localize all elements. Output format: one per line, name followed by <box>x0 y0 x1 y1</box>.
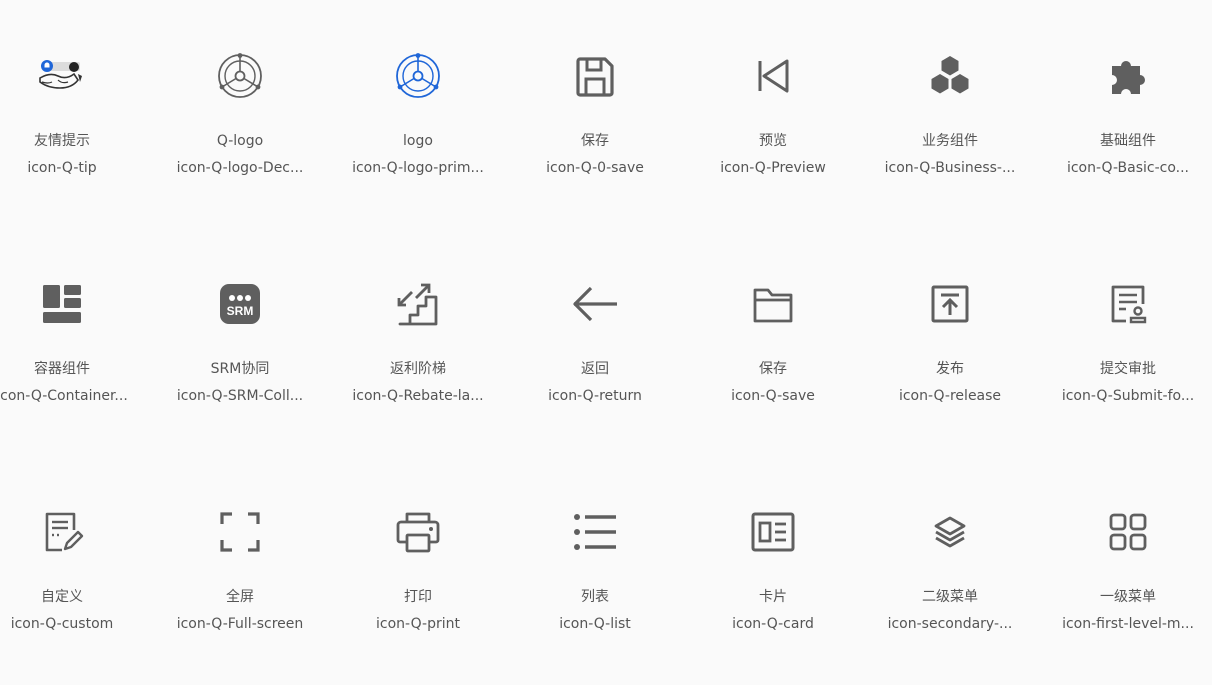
icon-code: icon-Q-list <box>559 616 631 632</box>
icon-label: logo <box>403 133 433 149</box>
icon-label: 基础组件 <box>1100 133 1156 149</box>
icon-label: 一级菜单 <box>1100 589 1156 605</box>
icon-label: 友情提示 <box>34 133 90 149</box>
icon-code: icon-Q-0-save <box>546 160 644 176</box>
icon-code: icon-Q-card <box>732 616 814 632</box>
icon-card[interactable]: 返利阶梯 icon-Q-Rebate-la... <box>338 228 498 428</box>
icon-card[interactable]: SRM SRM协同 icon-Q-SRM-Coll... <box>160 228 320 428</box>
icon-label: Q-logo <box>216 133 264 149</box>
submit-approval-icon <box>1104 280 1152 328</box>
folder-icon <box>749 280 797 328</box>
icon-code: icon-Q-print <box>376 616 460 632</box>
icon-code: icon-Q-custom <box>10 616 114 632</box>
container-layout-icon <box>38 280 86 328</box>
rebate-ladder-icon <box>394 280 442 328</box>
icon-label: 预览 <box>759 133 787 149</box>
icon-grid: 友情提示 icon-Q-tip Q-logo icon-Q-logo-Dec... … <box>0 0 1212 685</box>
icon-code: icon-Q-release <box>898 388 1002 404</box>
icon-card[interactable]: 友情提示 icon-Q-tip <box>0 0 142 200</box>
icon-label: 列表 <box>581 589 609 605</box>
puzzle-icon <box>1104 52 1152 100</box>
icon-card[interactable]: 基础组件 icon-Q-Basic-co... <box>1048 0 1208 200</box>
icon-card[interactable]: 保存 icon-Q-0-save <box>515 0 675 200</box>
icon-label: 提交审批 <box>1100 361 1156 377</box>
printer-icon <box>394 508 442 556</box>
icon-label: 保存 <box>759 361 787 377</box>
layers-icon <box>926 508 974 556</box>
svg-text:SRM: SRM <box>227 304 254 318</box>
icon-code: icon-Q-SRM-Coll... <box>176 388 304 404</box>
icon-code: icon-Q-Container... <box>0 388 128 404</box>
icon-label: 全屏 <box>226 589 254 605</box>
q-logo-primary-icon <box>394 52 442 100</box>
fullscreen-icon <box>216 508 264 556</box>
icon-card[interactable]: Q-logo icon-Q-logo-Dec... <box>160 0 320 200</box>
icon-label: 打印 <box>404 589 432 605</box>
icon-code: icon-Q-Basic-co... <box>1066 160 1190 176</box>
icon-code: icon-Q-logo-prim... <box>352 160 484 176</box>
preview-skip-back-icon <box>749 52 797 100</box>
icon-label: 自定义 <box>41 589 83 605</box>
icon-code: icon-secondary-... <box>887 616 1013 632</box>
icon-code: icon-first-level-m... <box>1062 616 1194 632</box>
q-logo-icon <box>216 52 264 100</box>
list-icon <box>571 508 619 556</box>
icon-card[interactable]: 保存 icon-Q-save <box>693 228 853 428</box>
srm-icon: SRM <box>216 280 264 328</box>
business-cubes-icon <box>926 52 974 100</box>
icon-label: 保存 <box>581 133 609 149</box>
icon-code: icon-Q-Preview <box>720 160 826 176</box>
icon-card[interactable]: 列表 icon-Q-list <box>515 456 675 656</box>
icon-card[interactable]: 返回 icon-Q-return <box>515 228 675 428</box>
icon-label: 返回 <box>581 361 609 377</box>
icon-label: 二级菜单 <box>922 589 978 605</box>
arrow-left-icon <box>571 280 619 328</box>
icon-card[interactable]: 卡片 icon-Q-card <box>693 456 853 656</box>
icon-card[interactable]: 全屏 icon-Q-Full-screen <box>160 456 320 656</box>
icon-card[interactable]: logo icon-Q-logo-prim... <box>338 0 498 200</box>
icon-label: 发布 <box>936 361 964 377</box>
icon-label: 返利阶梯 <box>390 361 446 377</box>
release-upload-icon <box>926 280 974 328</box>
tip-icon <box>38 52 86 100</box>
icon-card[interactable]: 发布 icon-Q-release <box>870 228 1030 428</box>
icon-code: icon-Q-save <box>731 388 815 404</box>
icon-card[interactable]: 容器组件 icon-Q-Container... <box>0 228 142 428</box>
icon-label: 业务组件 <box>922 133 978 149</box>
icon-code: icon-Q-Full-screen <box>176 616 304 632</box>
icon-label: SRM协同 <box>210 361 270 377</box>
icon-card[interactable]: 打印 icon-Q-print <box>338 456 498 656</box>
icon-card[interactable]: 业务组件 icon-Q-Business-... <box>870 0 1030 200</box>
icon-card[interactable]: 预览 icon-Q-Preview <box>693 0 853 200</box>
floppy-save-icon <box>571 52 619 100</box>
grid-four-icon <box>1104 508 1152 556</box>
icon-label: 容器组件 <box>34 361 90 377</box>
icon-card[interactable]: 提交审批 icon-Q-Submit-fo... <box>1048 228 1208 428</box>
icon-code: icon-Q-logo-Dec... <box>176 160 304 176</box>
icon-code: icon-Q-return <box>548 388 642 404</box>
icon-code: icon-Q-Business-... <box>884 160 1016 176</box>
icon-label: 卡片 <box>759 589 787 605</box>
card-icon <box>749 508 797 556</box>
icon-code: icon-Q-Submit-fo... <box>1061 388 1195 404</box>
icon-code: icon-Q-tip <box>27 160 97 176</box>
icon-card[interactable]: 二级菜单 icon-secondary-... <box>870 456 1030 656</box>
icon-card[interactable]: 一级菜单 icon-first-level-m... <box>1048 456 1208 656</box>
custom-edit-icon <box>38 508 86 556</box>
icon-card[interactable]: 自定义 icon-Q-custom <box>0 456 142 656</box>
icon-code: icon-Q-Rebate-la... <box>352 388 484 404</box>
